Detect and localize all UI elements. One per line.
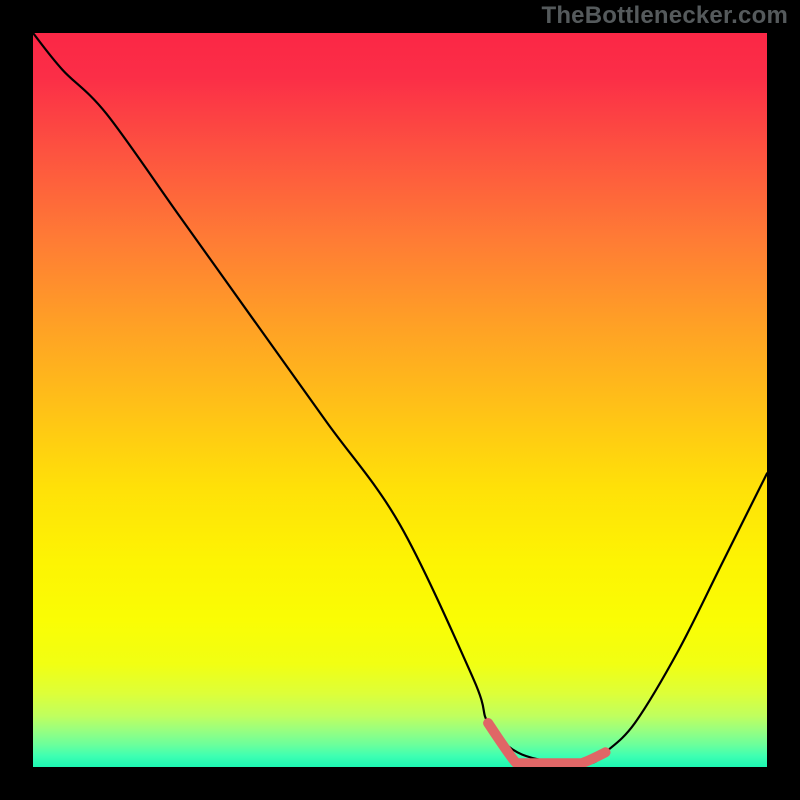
chart-frame: TheBottlenecker.com bbox=[0, 0, 800, 800]
gradient-background bbox=[33, 33, 767, 767]
watermark-text: TheBottlenecker.com bbox=[541, 2, 788, 30]
plot-area bbox=[33, 33, 767, 767]
